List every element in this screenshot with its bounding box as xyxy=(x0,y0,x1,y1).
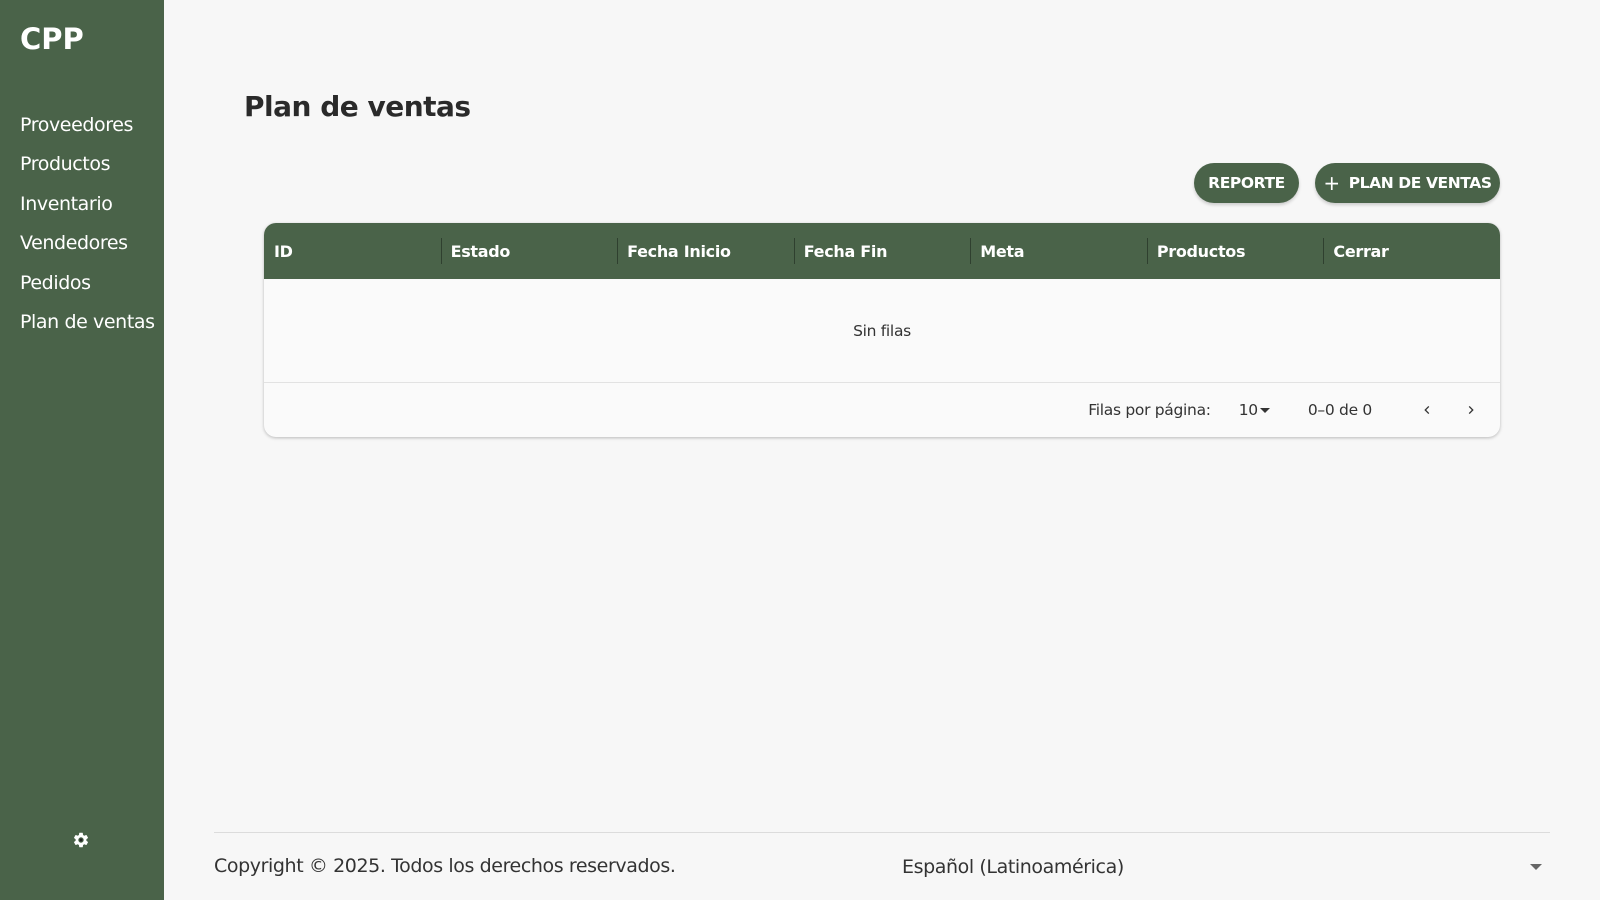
column-header-fecha-inicio[interactable]: Fecha Inicio xyxy=(617,223,794,279)
chevron-right-icon xyxy=(1468,406,1474,414)
language-select-value: Español (Latinoamérica) xyxy=(902,856,1124,878)
rows-per-page-select[interactable]: 10 xyxy=(1239,401,1270,419)
report-button-label: REPORTE xyxy=(1208,174,1285,192)
column-header-fecha-fin[interactable]: Fecha Fin xyxy=(793,223,971,279)
pagination-range: 0–0 de 0 xyxy=(1307,401,1372,419)
rows-per-page-value: 10 xyxy=(1238,401,1258,419)
column-header-productos[interactable]: Productos xyxy=(1146,223,1324,279)
column-header-meta[interactable]: Meta xyxy=(970,223,1147,279)
column-header-estado[interactable]: Estado xyxy=(440,223,618,279)
add-sales-plan-button[interactable]: + PLAN DE VENTAS xyxy=(1315,163,1500,203)
app-logo: CPP xyxy=(20,22,84,56)
sales-plan-table: ID Estado Fecha Inicio Fecha Fin Meta Pr… xyxy=(264,223,1500,437)
add-sales-plan-label: PLAN DE VENTAS xyxy=(1348,174,1492,192)
sidebar-item-pedidos[interactable]: Pedidos xyxy=(20,268,155,307)
plus-icon: + xyxy=(1323,171,1340,195)
rows-per-page-label: Filas por página: xyxy=(1088,401,1211,419)
sidebar-item-vendedores[interactable]: Vendedores xyxy=(20,228,155,267)
column-header-id[interactable]: ID xyxy=(264,223,441,279)
caret-down-icon xyxy=(1259,407,1270,413)
sidebar: CPP Proveedores Productos Inventario Ven… xyxy=(0,0,164,900)
gear-icon[interactable] xyxy=(72,831,90,849)
caret-down-icon xyxy=(1530,864,1542,870)
sidebar-item-productos[interactable]: Productos xyxy=(20,149,155,188)
sidebar-item-plan-de-ventas[interactable]: Plan de ventas xyxy=(20,307,155,346)
next-page-button[interactable] xyxy=(1454,393,1488,427)
page-title: Plan de ventas xyxy=(244,90,471,123)
footer-divider xyxy=(214,832,1550,833)
copyright-text: Copyright © 2025. Todos los derechos res… xyxy=(214,855,676,877)
chevron-left-icon xyxy=(1424,406,1430,414)
table-header: ID Estado Fecha Inicio Fecha Fin Meta Pr… xyxy=(264,223,1500,279)
column-header-cerrar[interactable]: Cerrar xyxy=(1323,223,1500,279)
previous-page-button[interactable] xyxy=(1410,393,1444,427)
sidebar-item-proveedores[interactable]: Proveedores xyxy=(20,110,155,149)
sidebar-nav: Proveedores Productos Inventario Vendedo… xyxy=(20,110,155,346)
empty-rows-message: Sin filas xyxy=(264,279,1500,383)
language-select[interactable]: Español (Latinoamérica) xyxy=(902,850,1550,884)
main-content: Plan de ventas REPORTE + PLAN DE VENTAS … xyxy=(164,0,1600,900)
sidebar-item-inventario[interactable]: Inventario xyxy=(20,189,155,228)
report-button[interactable]: REPORTE xyxy=(1194,163,1299,203)
table-pagination: Filas por página: 10 0–0 de 0 xyxy=(264,383,1500,437)
